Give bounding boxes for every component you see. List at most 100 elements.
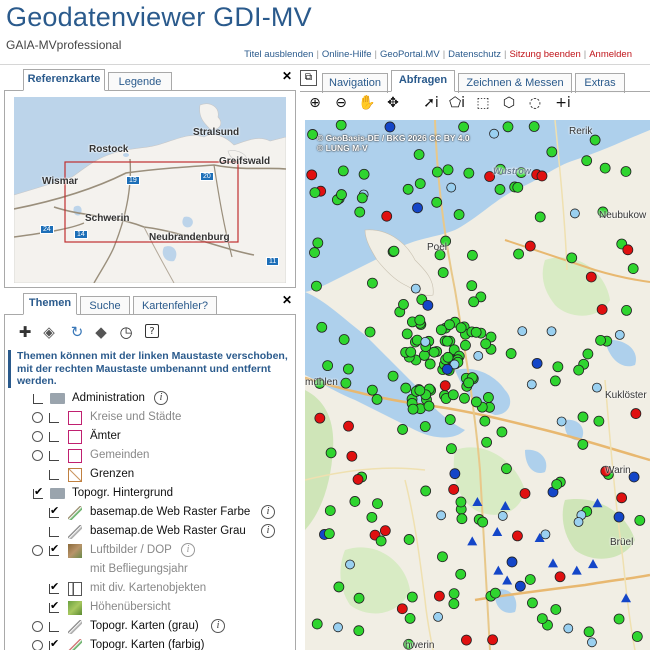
layer-checkbox[interactable] <box>49 622 59 632</box>
map-marker-green[interactable] <box>311 280 322 292</box>
map-marker-green[interactable] <box>435 324 447 336</box>
info-icon[interactable]: i <box>261 505 275 519</box>
pointer-info-icon[interactable]: ➚i <box>420 94 442 112</box>
map-marker-red[interactable] <box>461 634 472 646</box>
map-marker-red[interactable] <box>512 530 523 542</box>
map-marker-green[interactable] <box>358 168 370 180</box>
map-marker-green[interactable] <box>364 326 376 338</box>
map-marker-green[interactable] <box>311 618 323 630</box>
map-marker-water[interactable] <box>592 382 602 393</box>
map-marker-green[interactable] <box>456 513 468 525</box>
map-marker-green[interactable] <box>407 403 419 415</box>
map-marker-water[interactable] <box>573 517 584 527</box>
map-marker-green[interactable] <box>444 414 456 425</box>
close-icon[interactable]: ✕ <box>281 70 293 83</box>
layer-radio[interactable] <box>32 640 43 650</box>
map-marker-blue[interactable] <box>449 468 461 480</box>
map-marker-green[interactable] <box>414 178 426 189</box>
map-marker-green[interactable] <box>577 411 589 423</box>
layer-checkbox[interactable] <box>49 432 59 442</box>
map-marker-green[interactable] <box>336 189 347 200</box>
map-marker-green[interactable] <box>593 415 605 427</box>
map-marker-green[interactable] <box>446 443 457 455</box>
map-marker-red[interactable] <box>616 492 628 504</box>
map-marker-green[interactable] <box>406 591 418 603</box>
map-marker-green[interactable] <box>353 592 365 604</box>
map-marker-green[interactable] <box>455 496 467 508</box>
tab-themen[interactable]: Themen <box>23 293 77 315</box>
rectangle-select-icon[interactable]: ⬚ <box>472 94 494 112</box>
map-marker-green[interactable] <box>420 485 432 497</box>
map-marker-red[interactable] <box>630 408 642 419</box>
map-marker-green[interactable] <box>322 360 334 372</box>
map-marker-green[interactable] <box>309 247 320 258</box>
map-marker-green[interactable] <box>325 447 337 459</box>
map-marker-water[interactable] <box>556 416 567 427</box>
map-canvas[interactable]: © GeoBasis-DE / BKG 2026 CC BY 4.0 © LUN… <box>305 120 650 650</box>
map-marker-green[interactable] <box>577 439 589 450</box>
map-marker-green[interactable] <box>455 322 467 334</box>
map-marker-green[interactable] <box>441 335 453 347</box>
map-marker-green[interactable] <box>405 346 417 358</box>
map-marker-blue[interactable] <box>384 121 396 133</box>
map-marker-green[interactable] <box>398 299 409 310</box>
layer-checkbox[interactable] <box>49 413 59 423</box>
map-marker-water[interactable] <box>526 379 537 390</box>
restore-panel-icon[interactable]: ⧉ <box>300 70 317 86</box>
map-marker-red[interactable] <box>434 590 445 602</box>
map-marker-green[interactable] <box>401 328 413 340</box>
map-marker-water[interactable] <box>489 128 499 139</box>
layer-radio[interactable] <box>32 450 43 461</box>
map-marker-green[interactable] <box>366 384 378 396</box>
map-marker-green[interactable] <box>627 263 639 274</box>
map-marker-red[interactable] <box>306 169 318 181</box>
map-marker-green[interactable] <box>582 348 594 360</box>
map-marker-green[interactable] <box>505 348 517 359</box>
layer-checkbox[interactable] <box>49 451 59 461</box>
map-marker-green[interactable] <box>343 363 354 375</box>
map-marker-water[interactable] <box>420 337 431 347</box>
map-marker-water[interactable] <box>473 350 484 361</box>
polygon-select-icon[interactable]: ⬡ <box>498 94 520 112</box>
layer-checkbox[interactable]: ✔ <box>49 600 59 613</box>
map-marker-red[interactable] <box>346 450 358 462</box>
map-marker-green[interactable] <box>566 252 578 264</box>
map-marker-blue[interactable] <box>441 363 453 375</box>
map-marker-green[interactable] <box>634 514 646 526</box>
map-marker-green[interactable] <box>323 528 335 540</box>
map-marker-green[interactable] <box>400 382 412 394</box>
map-marker-green[interactable] <box>309 187 321 198</box>
map-marker-red[interactable] <box>314 412 326 424</box>
info-icon[interactable]: i <box>261 524 275 538</box>
map-marker-green[interactable] <box>431 196 443 208</box>
reference-map[interactable] <box>14 97 286 283</box>
map-marker-green[interactable] <box>442 164 454 176</box>
tab-abfragen[interactable]: Abfragen <box>391 70 455 92</box>
info-icon[interactable]: i <box>211 619 225 633</box>
map-marker-red[interactable] <box>487 634 499 646</box>
map-marker-green[interactable] <box>481 436 493 448</box>
map-marker-green[interactable] <box>335 120 347 131</box>
map-marker-green[interactable] <box>463 377 475 389</box>
map-marker-water[interactable] <box>517 326 528 337</box>
map-marker-green[interactable] <box>455 568 467 580</box>
map-marker-green[interactable] <box>581 155 593 167</box>
zoom-in-icon[interactable]: ⊕ <box>306 94 324 112</box>
map-marker-water[interactable] <box>345 559 355 570</box>
layers-icon[interactable]: ◈ <box>41 324 57 340</box>
map-marker-green[interactable] <box>312 237 324 249</box>
map-marker-green[interactable] <box>459 392 470 404</box>
layer-checkbox[interactable]: ✔ <box>49 543 59 556</box>
map-marker-green[interactable] <box>349 496 361 507</box>
map-marker-green[interactable] <box>534 211 546 223</box>
link-sitzung-beenden[interactable]: Sitzung beenden <box>509 49 580 60</box>
map-marker-green[interactable] <box>375 535 387 547</box>
map-marker-water[interactable] <box>446 182 457 193</box>
map-marker-green[interactable] <box>424 358 436 370</box>
info-icon[interactable]: i <box>154 391 168 405</box>
tab-extras[interactable]: Extras <box>575 73 625 93</box>
map-marker-green[interactable] <box>397 424 408 435</box>
add-layer-icon[interactable]: ✚ <box>17 324 33 340</box>
map-marker-green[interactable] <box>453 209 465 220</box>
zoom-out-icon[interactable]: ⊖ <box>332 94 350 112</box>
